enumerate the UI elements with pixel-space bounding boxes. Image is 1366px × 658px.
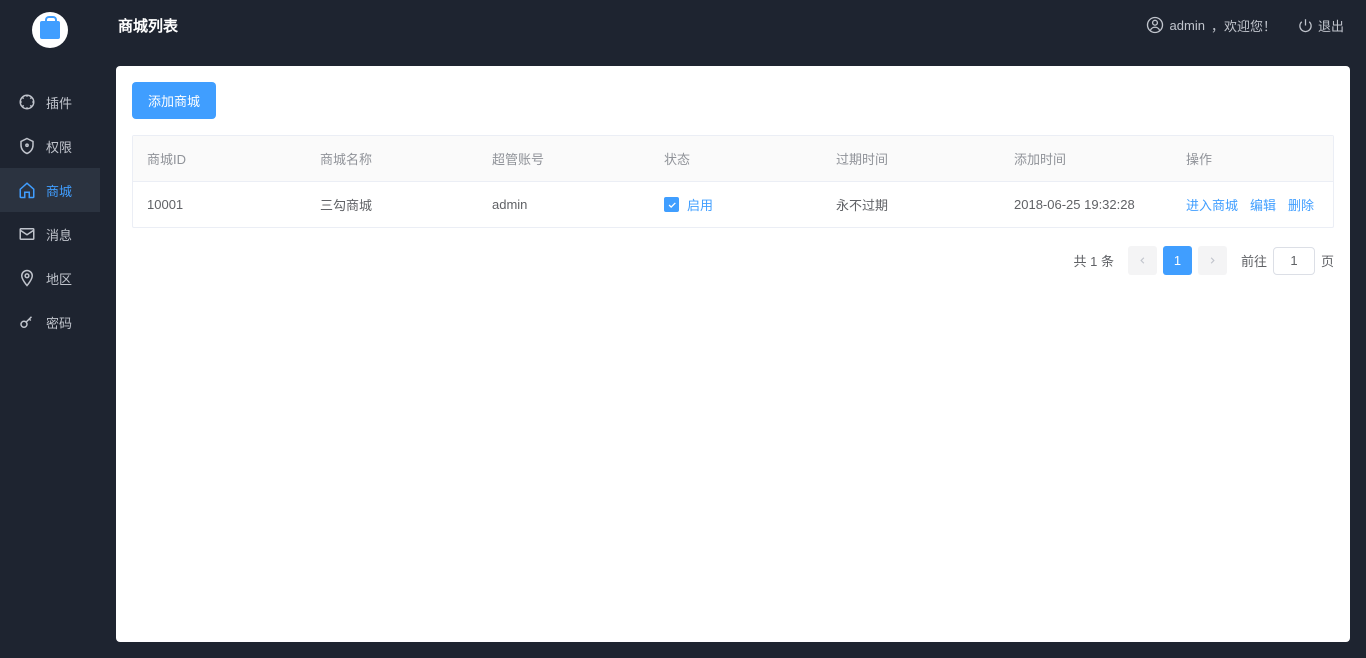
th-account: 超管账号 <box>478 136 650 181</box>
logout-label: 退出 <box>1318 16 1344 35</box>
sidebar-item-plugin[interactable]: 插件 <box>0 80 100 124</box>
logo-icon <box>32 12 68 48</box>
edit-link[interactable]: 编辑 <box>1250 195 1276 214</box>
home-icon <box>18 181 36 199</box>
header-right: admin ，欢迎您！ 退出 <box>1146 16 1344 35</box>
user-icon <box>1146 16 1164 34</box>
pager-group: 1 <box>1128 246 1227 275</box>
welcome-text: ，欢迎您！ <box>1211 16 1276 35</box>
cell-id: 10001 <box>133 182 306 227</box>
sidebar-item-label: 密码 <box>46 313 72 332</box>
check-icon <box>667 200 677 210</box>
sidebar-item-label: 插件 <box>46 93 72 112</box>
cell-action: 进入商城 编辑 删除 <box>1172 182 1333 227</box>
table-body: 10001 三勾商城 admin 启用 永不过期 2018-06-25 19:3… <box>133 182 1333 227</box>
nav: 插件 权限 商城 消息 地区 密码 <box>0 80 100 344</box>
prev-page-button[interactable] <box>1128 246 1157 275</box>
mail-icon <box>18 225 36 243</box>
pagination: 共 1 条 1 前往 页 <box>132 246 1334 275</box>
chevron-right-icon <box>1207 255 1218 266</box>
goto-suffix: 页 <box>1321 251 1334 270</box>
sidebar-item-label: 权限 <box>46 137 72 156</box>
sidebar-item-permission[interactable]: 权限 <box>0 124 100 168</box>
status-checkbox[interactable] <box>664 197 679 212</box>
user-info[interactable]: admin ，欢迎您！ <box>1146 16 1276 35</box>
th-id: 商城ID <box>133 136 306 181</box>
shield-icon <box>18 137 36 155</box>
key-icon <box>18 313 36 331</box>
chevron-left-icon <box>1137 255 1148 266</box>
th-create: 添加时间 <box>1000 136 1172 181</box>
sidebar-item-mall[interactable]: 商城 <box>0 168 100 212</box>
main: 商城列表 admin ，欢迎您！ 退出 添加商城 商城ID 商城名称 超管账号 … <box>100 0 1366 658</box>
sidebar-item-label: 消息 <box>46 225 72 244</box>
mall-table: 商城ID 商城名称 超管账号 状态 过期时间 添加时间 操作 10001 三勾商… <box>132 135 1334 228</box>
goto-prefix: 前往 <box>1241 251 1267 270</box>
cell-status: 启用 <box>650 182 822 227</box>
th-action: 操作 <box>1172 136 1333 181</box>
cell-expire: 永不过期 <box>822 182 1000 227</box>
goto-input[interactable] <box>1273 247 1315 275</box>
add-mall-button[interactable]: 添加商城 <box>132 82 216 119</box>
next-page-button[interactable] <box>1198 246 1227 275</box>
table-header: 商城ID 商城名称 超管账号 状态 过期时间 添加时间 操作 <box>133 136 1333 182</box>
power-icon <box>1298 18 1313 33</box>
th-status: 状态 <box>650 136 822 181</box>
page-1-button[interactable]: 1 <box>1163 246 1192 275</box>
plugin-icon <box>18 93 36 111</box>
sidebar-item-message[interactable]: 消息 <box>0 212 100 256</box>
content-panel: 添加商城 商城ID 商城名称 超管账号 状态 过期时间 添加时间 操作 1000… <box>116 66 1350 642</box>
status-label: 启用 <box>687 195 713 214</box>
sidebar-item-label: 商城 <box>46 181 72 200</box>
page-title: 商城列表 <box>118 15 178 36</box>
total-text: 共 1 条 <box>1074 251 1114 270</box>
th-expire: 过期时间 <box>822 136 1000 181</box>
user-name: admin <box>1170 18 1205 33</box>
cell-create: 2018-06-25 19:32:28 <box>1000 182 1172 227</box>
header: 商城列表 admin ，欢迎您！ 退出 <box>100 0 1366 50</box>
sidebar-item-region[interactable]: 地区 <box>0 256 100 300</box>
sidebar-item-password[interactable]: 密码 <box>0 300 100 344</box>
logo[interactable] <box>0 0 100 60</box>
enter-mall-link[interactable]: 进入商城 <box>1186 195 1238 214</box>
sidebar: 插件 权限 商城 消息 地区 密码 <box>0 0 100 658</box>
logout-link[interactable]: 退出 <box>1298 16 1344 35</box>
cell-name: 三勾商城 <box>306 182 478 227</box>
th-name: 商城名称 <box>306 136 478 181</box>
sidebar-item-label: 地区 <box>46 269 72 288</box>
cell-account: admin <box>478 182 650 227</box>
delete-link[interactable]: 删除 <box>1288 195 1314 214</box>
table-row: 10001 三勾商城 admin 启用 永不过期 2018-06-25 19:3… <box>133 182 1333 227</box>
jump-to-page: 前往 页 <box>1241 247 1334 275</box>
location-icon <box>18 269 36 287</box>
